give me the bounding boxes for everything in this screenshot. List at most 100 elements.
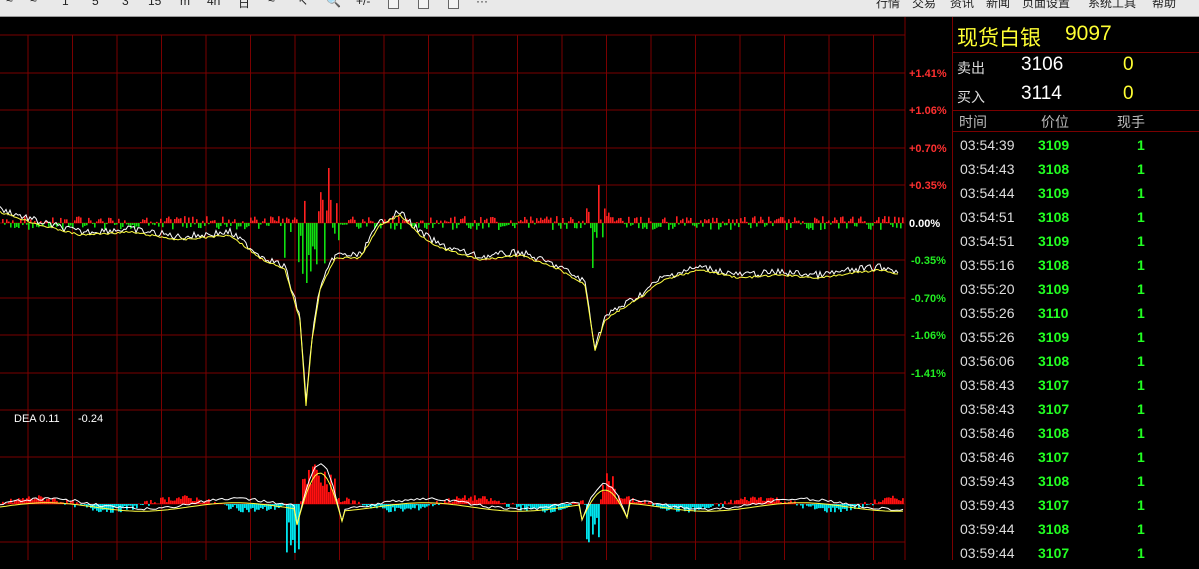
volume-bar bbox=[552, 223, 554, 230]
macd-bar bbox=[410, 504, 412, 509]
toolbar-period-m[interactable]: m bbox=[180, 0, 190, 8]
volume-bar bbox=[870, 223, 872, 230]
zoom-icon[interactable]: 🔍 bbox=[326, 0, 341, 8]
menu-info[interactable]: 资讯 bbox=[950, 0, 974, 11]
volume-bar bbox=[420, 221, 422, 223]
macd-bar bbox=[518, 504, 520, 507]
macd-bar bbox=[600, 499, 602, 504]
window-icon[interactable] bbox=[388, 0, 399, 9]
toolbar-plusminus[interactable]: +/- bbox=[356, 0, 370, 8]
macd-bar bbox=[490, 498, 492, 504]
toolbar-period-5[interactable]: 5 bbox=[92, 0, 99, 8]
macd-bar bbox=[474, 495, 476, 504]
macd-bar bbox=[494, 500, 496, 504]
macd-bar bbox=[622, 499, 624, 504]
volume-bar bbox=[878, 217, 880, 223]
macd-bar bbox=[870, 503, 872, 504]
volume-bar bbox=[172, 223, 174, 229]
toolbar-item-reload[interactable]: ~ bbox=[30, 0, 37, 8]
volume-bar bbox=[460, 219, 462, 223]
volume-bar bbox=[424, 223, 426, 228]
volume-bar bbox=[562, 218, 564, 223]
menu-quotes[interactable]: 行情 bbox=[876, 0, 900, 11]
volume-bar bbox=[622, 221, 624, 223]
macd-bar bbox=[176, 498, 178, 504]
volume-bar bbox=[736, 219, 738, 223]
volume-bar bbox=[864, 221, 866, 223]
tick-price: 3107 bbox=[1038, 401, 1069, 417]
menu-help[interactable]: 帮助 bbox=[1152, 0, 1176, 11]
toolbar-period-15[interactable]: 15 bbox=[148, 0, 161, 8]
macd-bar bbox=[84, 504, 86, 505]
volume-bar bbox=[860, 217, 862, 223]
volume-bar bbox=[578, 221, 580, 223]
volume-bar bbox=[832, 221, 834, 223]
tick-volume: 1 bbox=[1137, 209, 1145, 225]
volume-bar bbox=[454, 217, 456, 223]
macd-bar bbox=[866, 504, 868, 505]
macd-bar bbox=[582, 500, 584, 504]
intraday-chart[interactable]: +1.41%+1.06%+0.70%+0.35%0.00%-0.35%-0.70… bbox=[0, 17, 952, 560]
volume-bar bbox=[308, 223, 310, 255]
buy-price: 3114 bbox=[1021, 83, 1062, 105]
volume-bar bbox=[8, 222, 10, 223]
window-icon[interactable] bbox=[418, 0, 429, 9]
window-icon[interactable] bbox=[448, 0, 459, 9]
volume-bar bbox=[560, 223, 562, 229]
volume-bar bbox=[596, 223, 598, 238]
macd-bar bbox=[232, 504, 234, 507]
toolbar-draw-icon[interactable]: ~ bbox=[268, 0, 275, 8]
volume-bar bbox=[436, 220, 438, 223]
volume-bar bbox=[334, 223, 336, 234]
volume-bar bbox=[588, 212, 590, 223]
price-line-yellow bbox=[0, 211, 898, 406]
macd-bar bbox=[338, 498, 340, 504]
macd-bar bbox=[516, 504, 518, 508]
macd-bar bbox=[816, 504, 818, 509]
volume-bar bbox=[614, 221, 616, 223]
volume-bar bbox=[132, 223, 134, 225]
percent-labels: +1.41%+1.06%+0.70%+0.35%0.00%-0.35%-0.70… bbox=[909, 68, 947, 380]
macd-bar bbox=[862, 504, 864, 507]
volume-bar bbox=[492, 217, 494, 223]
volume-bar bbox=[292, 220, 294, 223]
volume-bar bbox=[842, 216, 844, 223]
instrument-name: 现货白银 bbox=[957, 22, 1041, 52]
toolbar-period-3[interactable]: 3 bbox=[122, 0, 129, 8]
volume-bar bbox=[750, 223, 752, 228]
tick-volume: 1 bbox=[1137, 521, 1145, 537]
more-icon[interactable]: ··· bbox=[476, 0, 488, 8]
toolbar-period-day[interactable]: 日 bbox=[238, 0, 250, 11]
tick-row: 03:58:4631071 bbox=[953, 449, 1199, 473]
tick-price: 3109 bbox=[1038, 281, 1069, 297]
macd-bar bbox=[736, 500, 738, 504]
macd-bar bbox=[404, 504, 406, 509]
macd-bar bbox=[72, 501, 74, 504]
macd-bar bbox=[202, 503, 204, 504]
macd-bar bbox=[704, 504, 706, 508]
volume-bar bbox=[848, 221, 850, 223]
macd-bar bbox=[760, 497, 762, 504]
volume-bar bbox=[126, 223, 128, 224]
cursor-icon[interactable]: ↖ bbox=[298, 0, 308, 8]
volume-bar bbox=[624, 223, 626, 224]
tick-price: 3109 bbox=[1038, 329, 1069, 345]
toolbar-period-4h[interactable]: 4h bbox=[207, 0, 220, 8]
volume-bar bbox=[230, 223, 232, 226]
menu-trade[interactable]: 交易 bbox=[912, 0, 936, 11]
macd-bar bbox=[900, 501, 902, 504]
toolbar-period-1[interactable]: 1 bbox=[62, 0, 69, 8]
volume-bar bbox=[222, 217, 224, 223]
menu-system-tools[interactable]: 系统工具 bbox=[1088, 0, 1136, 11]
macd-bar bbox=[486, 499, 488, 504]
menu-page-settings[interactable]: 页面设置 bbox=[1022, 0, 1070, 11]
volume-bar bbox=[766, 223, 768, 225]
volume-bar bbox=[602, 223, 604, 237]
volume-bar bbox=[638, 223, 640, 228]
menu-news[interactable]: 新闻 bbox=[986, 0, 1010, 11]
volume-bar bbox=[608, 213, 610, 223]
volume-bar bbox=[742, 221, 744, 223]
volume-bar bbox=[874, 222, 876, 223]
volume-bar bbox=[214, 220, 216, 223]
toolbar-item-back[interactable]: ~ bbox=[6, 0, 13, 8]
